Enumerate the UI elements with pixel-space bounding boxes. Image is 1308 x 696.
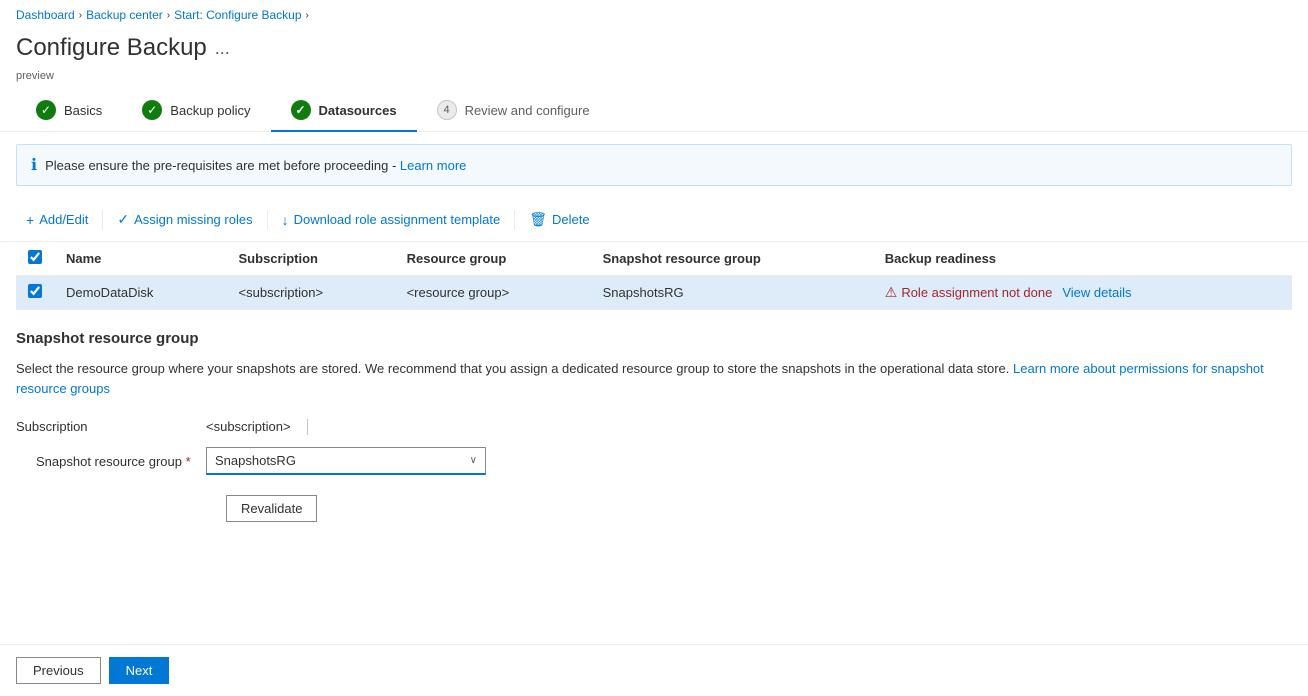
tab-datasources-label: Datasources	[319, 103, 397, 118]
col-header-subscription: Subscription	[227, 242, 395, 276]
snapshot-rg-label: Snapshot resource group *	[16, 454, 206, 469]
delete-button[interactable]: 🗑 Delete	[519, 206, 599, 233]
review-step-circle: 4	[437, 100, 457, 120]
footer: Previous Next	[0, 644, 1308, 696]
backup-policy-check-icon: ✓	[142, 100, 162, 120]
info-banner: ℹ Please ensure the pre-requisites are m…	[16, 144, 1292, 186]
add-edit-button[interactable]: + Add/Edit	[16, 207, 98, 233]
info-text: Please ensure the pre-requisites are met…	[45, 158, 466, 173]
row-select-checkbox[interactable]	[28, 284, 42, 298]
datasources-table-container: Name Subscription Resource group Snapsho…	[0, 242, 1308, 310]
col-header-resource-group: Resource group	[395, 242, 591, 276]
tab-backup-policy-label: Backup policy	[170, 103, 250, 118]
download-icon: ↓	[282, 212, 289, 228]
check-icon: ✓	[117, 211, 129, 228]
tab-datasources[interactable]: ✓ Datasources	[271, 90, 417, 132]
error-icon: ⚠	[885, 284, 898, 301]
required-indicator: *	[186, 454, 191, 469]
breadcrumb-configure-backup[interactable]: Start: Configure Backup	[174, 8, 301, 22]
delete-icon: 🗑	[529, 211, 547, 228]
tab-basics[interactable]: ✓ Basics	[16, 90, 122, 132]
previous-button[interactable]: Previous	[16, 657, 101, 684]
subscription-row: Subscription <subscription>	[16, 414, 1292, 439]
revalidate-button[interactable]: Revalidate	[226, 495, 317, 522]
table-row: DemoDataDisk <subscription> <resource gr…	[16, 276, 1292, 310]
toolbar: + Add/Edit ✓ Assign missing roles ↓ Down…	[0, 198, 1308, 242]
row-name: DemoDataDisk	[54, 276, 227, 310]
tab-review[interactable]: 4 Review and configure	[417, 90, 610, 132]
subscription-divider	[307, 419, 308, 435]
wizard-tabs: ✓ Basics ✓ Backup policy ✓ Datasources 4…	[0, 90, 1308, 132]
resource-group-row: Snapshot resource group * SnapshotsRG ∨	[16, 447, 1292, 475]
snapshot-section-title: Snapshot resource group	[16, 330, 1292, 347]
datasources-table: Name Subscription Resource group Snapsho…	[16, 242, 1292, 310]
breadcrumb-sep-2: ›	[167, 10, 170, 21]
breadcrumb-backup-center[interactable]: Backup center	[86, 8, 163, 22]
row-readiness: ⚠ Role assignment not done View details	[873, 276, 1292, 310]
snapshot-section: Snapshot resource group Select the resou…	[0, 310, 1308, 542]
toolbar-separator-2	[267, 210, 268, 230]
next-button[interactable]: Next	[109, 657, 170, 684]
breadcrumb-sep-1: ›	[79, 10, 82, 21]
snapshot-rg-dropdown[interactable]: SnapshotsRG ∨	[206, 447, 486, 475]
snapshot-section-desc: Select the resource group where your sna…	[16, 359, 1292, 398]
tab-backup-policy[interactable]: ✓ Backup policy	[122, 90, 270, 132]
assign-roles-button[interactable]: ✓ Assign missing roles	[107, 206, 262, 233]
col-header-snapshot-rg: Snapshot resource group	[591, 242, 873, 276]
col-header-name: Name	[54, 242, 227, 276]
row-subscription: <subscription>	[227, 276, 395, 310]
table-header-row: Name Subscription Resource group Snapsho…	[16, 242, 1292, 276]
info-icon: ℹ	[31, 155, 37, 175]
subscription-label: Subscription	[16, 419, 206, 434]
col-header-readiness: Backup readiness	[873, 242, 1292, 276]
chevron-down-icon: ∨	[470, 455, 477, 466]
breadcrumb: Dashboard › Backup center › Start: Confi…	[0, 0, 1308, 30]
toolbar-separator-3	[514, 210, 515, 230]
select-all-th	[16, 242, 54, 276]
view-details-link[interactable]: View details	[1062, 285, 1131, 300]
toolbar-separator-1	[102, 210, 103, 230]
row-snapshot-rg: SnapshotsRG	[591, 276, 873, 310]
tab-basics-label: Basics	[64, 103, 102, 118]
breadcrumb-sep-3: ›	[306, 10, 309, 21]
add-icon: +	[26, 212, 34, 228]
select-all-checkbox[interactable]	[28, 250, 42, 264]
datasources-check-icon: ✓	[291, 100, 311, 120]
download-template-button[interactable]: ↓ Download role assignment template	[272, 207, 511, 233]
page-subtitle: preview	[0, 70, 1308, 90]
breadcrumb-dashboard[interactable]: Dashboard	[16, 8, 75, 22]
row-checkbox-cell	[16, 276, 54, 310]
basics-check-icon: ✓	[36, 100, 56, 120]
tab-review-label: Review and configure	[465, 103, 590, 118]
page-title: Configure Backup	[16, 34, 207, 62]
error-badge: ⚠ Role assignment not done View details	[885, 284, 1280, 301]
row-resource-group: <resource group>	[395, 276, 591, 310]
subscription-value: <subscription>	[206, 414, 291, 439]
more-options-icon[interactable]: ...	[215, 38, 230, 59]
revalidate-container: Revalidate	[16, 487, 1292, 522]
subscription-display: <subscription>	[206, 414, 308, 439]
info-learn-more-link[interactable]: Learn more	[400, 158, 466, 173]
snapshot-rg-dropdown-value: SnapshotsRG	[215, 453, 296, 468]
page-header: Configure Backup ...	[0, 30, 1308, 70]
